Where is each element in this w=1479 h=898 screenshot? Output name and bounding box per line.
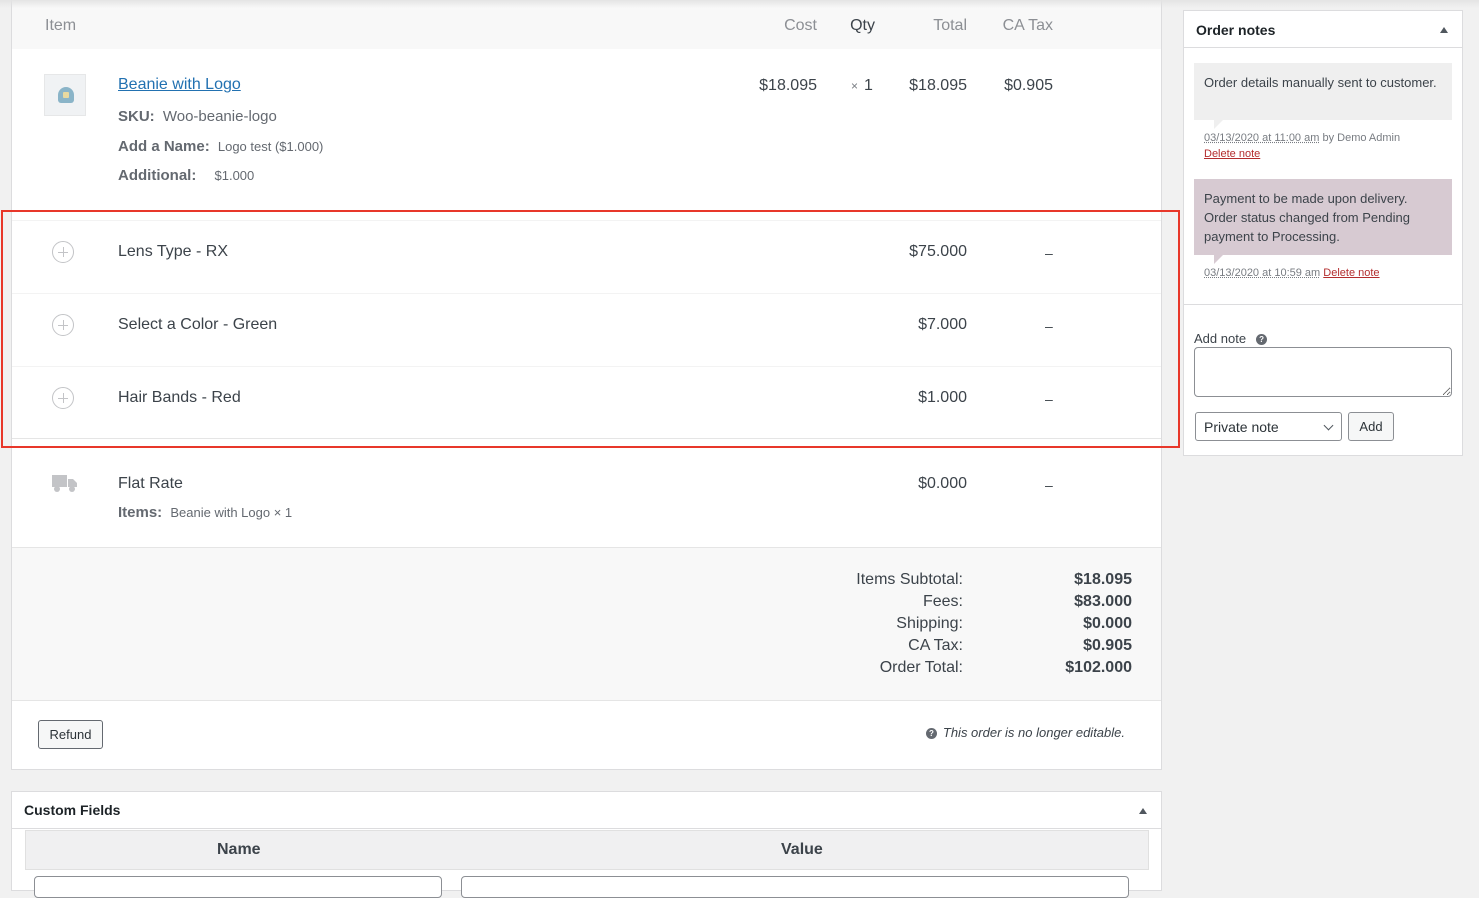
- totals-value: $83.000: [1074, 593, 1132, 611]
- sku-label: SKU:: [118, 108, 155, 125]
- custom-fields-table-header: Name Value: [25, 830, 1149, 870]
- order-note: Order details manually sent to customer.: [1194, 63, 1452, 120]
- product-meta-name: Add a Name: Logo test ($1.000): [118, 138, 323, 155]
- not-editable-text: This order is no longer editable.: [943, 725, 1125, 740]
- delete-note-link[interactable]: Delete note: [1323, 267, 1379, 279]
- fee-row: Hair Bands - Red $1.000 –: [12, 366, 1161, 440]
- custom-fields-panel: Custom Fields Name Value: [11, 791, 1162, 891]
- shipping-items-value: Beanie with Logo × 1: [170, 505, 292, 520]
- totals-label: Shipping:: [896, 615, 963, 633]
- fee-tax: –: [1045, 391, 1053, 407]
- shipping-row: Flat Rate Items: Beanie with Logo × 1 $0…: [12, 438, 1161, 548]
- custom-field-name-input[interactable]: [34, 876, 442, 898]
- fee-tax: –: [1045, 318, 1053, 334]
- totals-value: $0.000: [1083, 615, 1132, 633]
- truck-icon: [52, 473, 78, 493]
- note-content: Order details manually sent to customer.: [1204, 75, 1437, 90]
- order-notes-title: Order notes: [1196, 22, 1275, 38]
- shipping-total: $0.000: [918, 475, 967, 493]
- totals-label: Items Subtotal:: [856, 571, 963, 589]
- add-note-textarea[interactable]: [1194, 347, 1452, 397]
- order-notes-panel: Order notes Order details manually sent …: [1183, 10, 1463, 456]
- order-totals: Items Subtotal: $18.095 Fees: $83.000 Sh…: [12, 547, 1161, 701]
- item-qty: × 1: [851, 77, 873, 95]
- help-icon: ?: [926, 728, 937, 739]
- fee-row: Select a Color - Green $7.000 –: [12, 293, 1161, 367]
- totals-value: $18.095: [1074, 571, 1132, 589]
- plus-circle-icon[interactable]: [52, 241, 74, 263]
- totals-label: Order Total:: [880, 659, 963, 677]
- shipping-tax: –: [1045, 477, 1053, 493]
- totals-label: Fees:: [923, 593, 963, 611]
- item-tax: $0.905: [1004, 77, 1053, 95]
- collapse-toggle-icon[interactable]: [1139, 808, 1147, 814]
- fee-total: $7.000: [918, 316, 967, 334]
- order-total-value: $102.000: [1065, 659, 1132, 677]
- note-content: Payment to be made upon delivery. Order …: [1204, 191, 1410, 244]
- delete-note-link[interactable]: Delete note: [1204, 148, 1260, 160]
- refund-button[interactable]: Refund: [38, 720, 103, 749]
- note-meta: 03/13/2020 at 11:00 am by Demo Admin Del…: [1204, 130, 1400, 162]
- plus-circle-icon[interactable]: [52, 387, 74, 409]
- totals-value: $0.905: [1083, 637, 1132, 655]
- order-items-panel: Item Cost Qty Total CA Tax Beanie with L…: [11, 0, 1162, 770]
- item-total: $18.095: [909, 77, 967, 95]
- product-sku: SKU: Woo-beanie-logo: [118, 108, 277, 125]
- sku-value: Woo-beanie-logo: [163, 108, 277, 125]
- help-icon[interactable]: ?: [1256, 334, 1267, 345]
- add-note-button[interactable]: Add: [1348, 412, 1394, 441]
- fee-total: $75.000: [909, 243, 967, 261]
- custom-field-value-input[interactable]: [461, 876, 1129, 898]
- note-meta: 03/13/2020 at 10:59 am Delete note: [1204, 265, 1380, 281]
- order-notes-header[interactable]: Order notes: [1184, 11, 1462, 48]
- meta-value: Logo test ($1.000): [218, 139, 324, 154]
- item-cost: $18.095: [759, 77, 817, 95]
- shipping-items-label: Items:: [118, 504, 162, 521]
- header-total: Total: [933, 17, 967, 35]
- order-note: Payment to be made upon delivery. Order …: [1194, 179, 1452, 255]
- fee-name: Select a Color - Green: [118, 316, 277, 334]
- beanie-product-thumbnail[interactable]: [44, 74, 86, 116]
- fee-name: Lens Type - RX: [118, 243, 228, 261]
- qty-multiply-symbol: ×: [851, 79, 858, 93]
- not-editable-notice: ? This order is no longer editable.: [926, 725, 1125, 740]
- custom-fields-header[interactable]: Custom Fields: [12, 792, 1161, 829]
- shipping-items: Items: Beanie with Logo × 1: [118, 504, 292, 521]
- qty-value: 1: [864, 77, 873, 94]
- top-shadow: [0, 0, 1479, 8]
- custom-fields-title: Custom Fields: [24, 802, 120, 818]
- header-item: Item: [45, 17, 76, 35]
- product-meta-additional: Additional: $1.000: [118, 167, 254, 184]
- shipping-method-name: Flat Rate: [118, 475, 183, 493]
- plus-circle-icon[interactable]: [52, 314, 74, 336]
- product-name-link[interactable]: Beanie with Logo: [118, 76, 241, 94]
- column-name: Name: [217, 841, 261, 859]
- meta-value: $1.000: [215, 168, 255, 183]
- chevron-down-icon: [1324, 421, 1334, 431]
- fee-row: Lens Type - RX $75.000 –: [12, 220, 1161, 294]
- line-item-row: Beanie with Logo SKU: Woo-beanie-logo Ad…: [12, 49, 1161, 212]
- column-value: Value: [781, 841, 823, 859]
- add-note-label: Add note?: [1194, 331, 1267, 346]
- header-ca-tax: CA Tax: [1003, 17, 1053, 35]
- fee-tax: –: [1045, 245, 1053, 261]
- meta-key: Additional:: [118, 167, 196, 184]
- note-author: by Demo Admin: [1322, 132, 1400, 144]
- meta-key: Add a Name:: [118, 138, 210, 155]
- collapse-toggle-icon[interactable]: [1440, 27, 1448, 33]
- add-note-label-text: Add note: [1194, 331, 1246, 346]
- totals-label: CA Tax:: [908, 637, 963, 655]
- divider: [1184, 304, 1462, 305]
- fee-total: $1.000: [918, 389, 967, 407]
- note-type-select[interactable]: Private note: [1195, 412, 1342, 441]
- fee-name: Hair Bands - Red: [118, 389, 241, 407]
- header-cost: Cost: [784, 17, 817, 35]
- header-qty: Qty: [850, 17, 875, 35]
- note-type-value: Private note: [1204, 419, 1279, 435]
- note-date: 03/13/2020 at 11:00 am: [1204, 132, 1319, 144]
- note-date: 03/13/2020 at 10:59 am: [1204, 267, 1320, 279]
